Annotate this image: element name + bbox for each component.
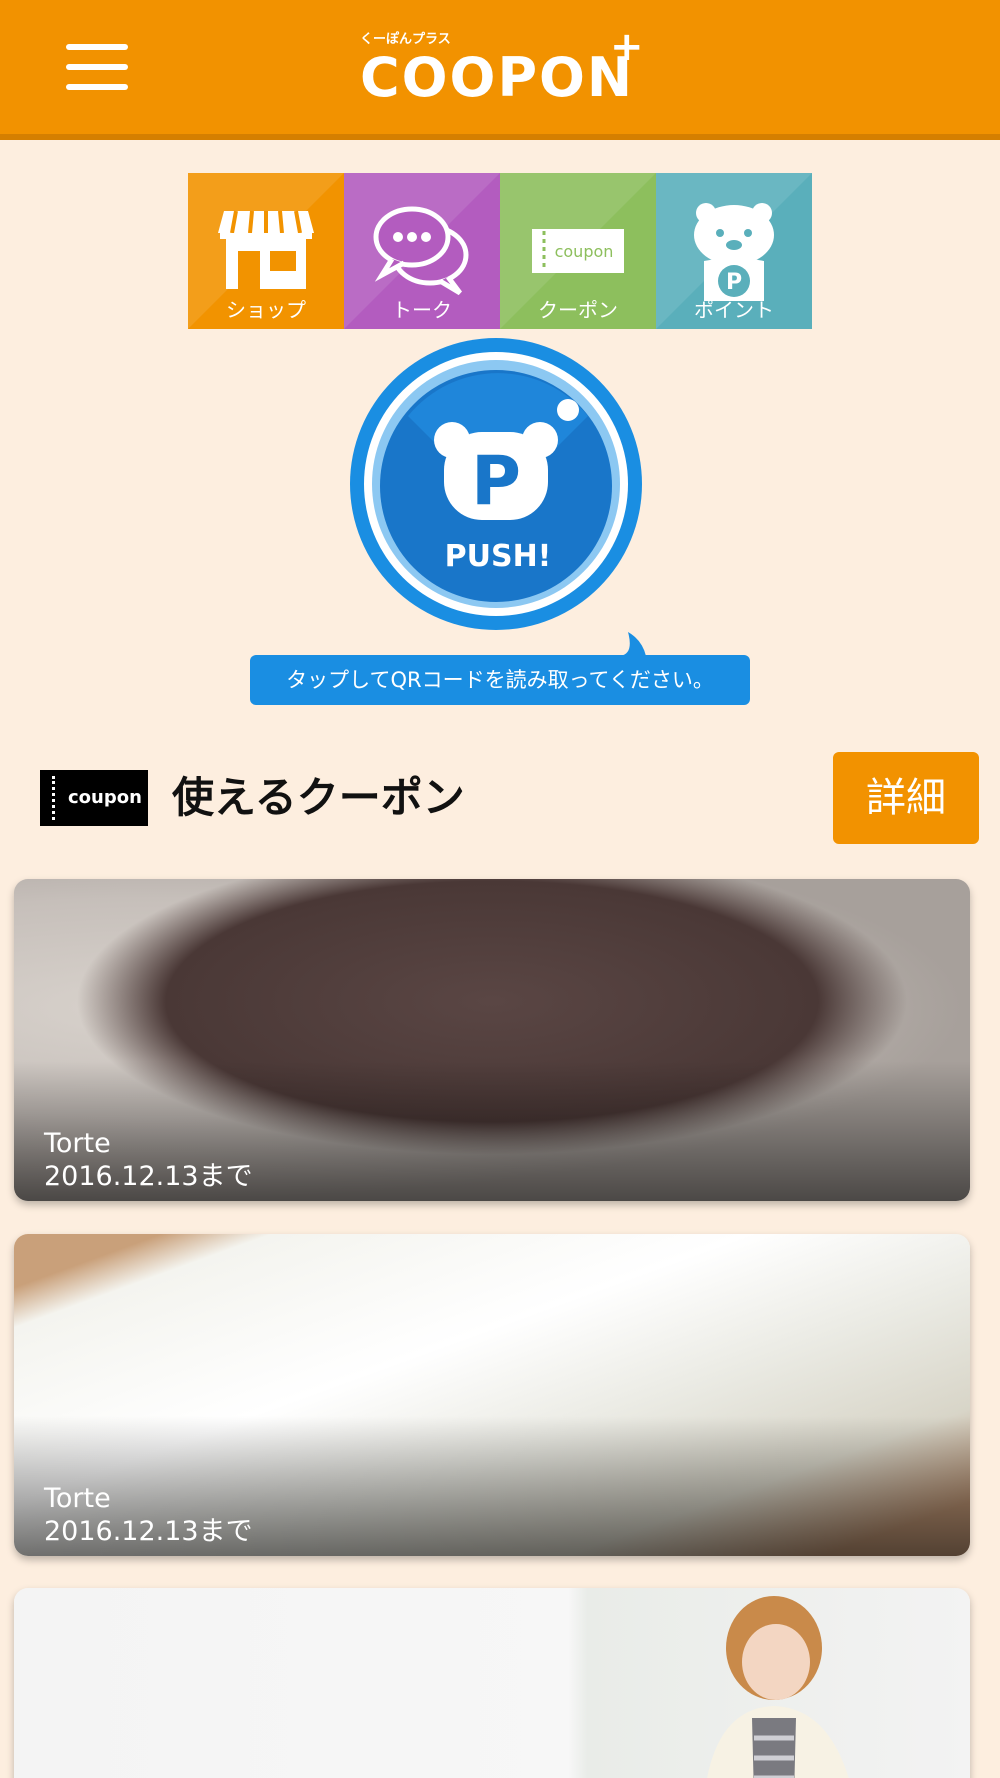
tile-point-label: ポイント <box>694 298 774 322</box>
shop-icon <box>218 210 314 289</box>
push-qr-button[interactable]: P PUSH! <box>348 336 644 632</box>
tile-talk[interactable]: トーク <box>344 173 500 329</box>
tile-shop-label: ショップ <box>226 298 306 322</box>
tile-coupon-label: クーポン <box>538 298 618 322</box>
logo-kana: くーぽんプラス <box>360 32 451 47</box>
svg-text:P: P <box>726 270 742 295</box>
bear-point-icon: P <box>694 203 774 301</box>
push-hint-bubble: タップしてQRコードを読み取ってください。 <box>250 655 750 705</box>
push-bear-icon: P PUSH! <box>350 338 642 630</box>
coupon-card[interactable]: Torte 2016.12.13まで <box>14 1234 970 1556</box>
coupon-section-icon: coupon <box>40 770 148 826</box>
app-logo: くーぽんプラス COOPON + <box>360 24 650 109</box>
logo-text: COOPON <box>360 46 635 109</box>
detail-button[interactable]: 詳細 <box>833 752 979 844</box>
coupon-ticket-icon: coupon <box>532 229 624 273</box>
tile-talk-label: トーク <box>392 298 452 322</box>
coupon-card[interactable] <box>14 1588 970 1778</box>
section-title: 使えるクーポン <box>172 773 465 822</box>
coupon-expiry: 2016.12.13まで <box>44 1516 253 1547</box>
coupon-expiry: 2016.12.13まで <box>44 1161 253 1192</box>
tile-coupon[interactable]: coupon クーポン <box>500 173 656 329</box>
svg-text:P: P <box>471 442 521 521</box>
coupon-card[interactable]: Torte 2016.12.13まで <box>14 879 970 1201</box>
svg-text:PUSH!: PUSH! <box>445 539 552 574</box>
person-photo <box>707 1596 849 1778</box>
tile-shop[interactable]: ショップ <box>188 173 344 329</box>
tile-point[interactable]: P ポイント <box>656 173 812 329</box>
main-nav-tiles: ショップ トーク coupon クーポン P ポイント <box>188 173 812 329</box>
chat-bubbles-icon <box>373 206 469 296</box>
logo-plus: + <box>610 24 644 70</box>
hamburger-menu-icon[interactable] <box>66 40 140 96</box>
app-header: くーぽんプラス COOPON + <box>0 0 1000 140</box>
svg-text:coupon: coupon <box>555 242 614 261</box>
